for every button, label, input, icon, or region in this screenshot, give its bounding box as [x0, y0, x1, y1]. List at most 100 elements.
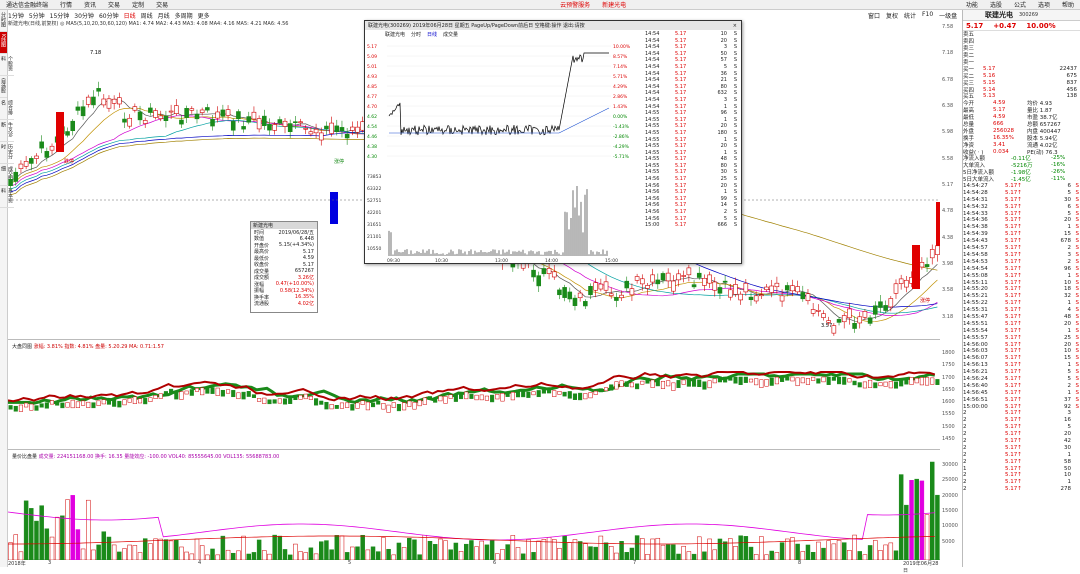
last-price: 5.17 — [966, 21, 984, 30]
index-candle — [18, 404, 23, 412]
candle-body — [577, 292, 583, 299]
index-candle — [386, 404, 391, 413]
volume-bar — [526, 539, 531, 561]
tick-time: 14:54:36 — [963, 217, 988, 224]
menu-formula[interactable]: 公式 — [1008, 0, 1032, 9]
stock-code: 300269 — [1019, 12, 1039, 18]
intraday-popup-window[interactable]: 联建光电(300269) 2019年06月28日 星期五 PageUp/Page… — [364, 20, 742, 264]
infobox-val: 5.15(+4.34%) — [278, 242, 314, 249]
tab-1min[interactable]: 1分钟 — [8, 11, 24, 20]
tick-price: 5.17↑ — [1005, 286, 1022, 293]
volume-bar — [334, 535, 340, 561]
tick-side: S — [733, 202, 737, 209]
index-candle — [754, 378, 759, 386]
tab-multi[interactable]: 多周期 — [175, 11, 193, 20]
volume-bar — [463, 543, 469, 561]
volume-pane[interactable]: 量价比盘量 成交量: 224151168.00 换手: 16.35 量能效应: … — [7, 452, 940, 561]
menu-item-app[interactable]: 通达信金融终端 — [0, 0, 54, 9]
left-tab-timeshare[interactable]: 分时图 — [0, 10, 7, 32]
tab-weekly[interactable]: 周线 — [141, 11, 153, 20]
index-candle — [645, 377, 650, 384]
index-candle — [619, 380, 624, 387]
volume-bar — [70, 495, 75, 561]
left-tab-watchlist[interactable]: 自选股 — [0, 76, 7, 98]
volume-bar — [319, 541, 324, 561]
tick-row: 2 5.17↑ 3 — [963, 410, 1080, 417]
btn-window[interactable]: 窗口 — [868, 11, 880, 20]
tick-volume: 1 — [1067, 300, 1072, 307]
y-tick-pct: 2.86% — [613, 94, 628, 100]
volume-bar — [339, 535, 345, 561]
index-candle — [888, 381, 893, 389]
y-tick-pct: 5.71% — [613, 74, 628, 80]
index-candle — [805, 378, 811, 385]
btn-stats[interactable]: 统计 — [904, 11, 916, 20]
index-candle — [293, 396, 298, 401]
menu-alert[interactable]: 云预警服务 — [554, 0, 596, 9]
index-candle — [899, 379, 904, 387]
tick-row: 14:55:11 5.17↑ 10 S — [963, 279, 1080, 286]
tick-side: S — [1075, 300, 1080, 307]
tab-daily[interactable]: 日线 — [124, 11, 136, 20]
popup-tick-row: 14:54 5.17 80 S — [645, 84, 743, 91]
menu-options[interactable]: 选项 — [1032, 0, 1056, 9]
popup-tab-volume[interactable]: 成交量 — [443, 31, 458, 38]
tick-row: 14:54:28 5.17↑ 5 S — [963, 189, 1080, 196]
tick-price: 5.17↑ — [1005, 203, 1022, 210]
tab-60min[interactable]: 60分钟 — [99, 11, 119, 20]
index-candle — [640, 380, 645, 385]
menu-item-news[interactable]: 资讯 — [78, 0, 102, 9]
candle-body — [194, 114, 200, 120]
tick-price: 5.17↑ — [1005, 210, 1022, 217]
popup-tab-daily[interactable]: 日线 — [427, 31, 437, 38]
date-tick: 4 — [198, 560, 202, 566]
tab-monthly[interactable]: 月线 — [158, 11, 170, 20]
mid-y-axis-tick: 1650 — [942, 386, 955, 393]
index-candle — [531, 391, 536, 396]
tick-volume: 50 — [1064, 465, 1071, 472]
volume-bar — [65, 499, 70, 561]
left-tab-kline[interactable]: K线图 — [0, 32, 7, 54]
x-tick: 14:00 — [545, 258, 558, 263]
volume-bar — [893, 550, 899, 561]
menu-item-custom[interactable]: 定制 — [126, 0, 150, 9]
popup-tab-name[interactable]: 联建光电 — [385, 31, 405, 38]
candle-body — [158, 115, 164, 119]
tick-price: 5.17↑ — [1005, 258, 1022, 265]
candle-body — [168, 110, 174, 113]
tick-side: S — [733, 116, 737, 123]
menu-item-trade[interactable]: 交易 — [102, 0, 126, 9]
menu-select[interactable]: 选股 — [984, 0, 1008, 9]
tick-price: 5.17↑ — [1005, 410, 1022, 417]
index-candle — [459, 393, 464, 400]
tick-volume: 57 — [720, 57, 727, 64]
tick-time: 14:54 — [645, 50, 660, 57]
tick-side: S — [733, 209, 737, 216]
index-candle — [795, 377, 800, 387]
volume-bar — [132, 545, 138, 561]
tick-row: 14:56:21 5.17↑ 5 S — [963, 369, 1080, 376]
btn-level1[interactable]: 一级盘 — [939, 11, 957, 20]
index-candle — [868, 379, 873, 388]
menu-func[interactable]: 功能 — [960, 0, 984, 9]
tab-15min[interactable]: 15分钟 — [50, 11, 70, 20]
y-tick-pct: -1.43% — [613, 124, 630, 130]
menu-item-quotes[interactable]: 行情 — [54, 0, 78, 9]
tab-more[interactable]: 更多 — [198, 11, 210, 20]
popup-tab-timeshare[interactable]: 分时 — [411, 31, 421, 38]
tab-30min[interactable]: 30分钟 — [74, 11, 94, 20]
menu-help[interactable]: 帮助 — [1056, 0, 1080, 9]
candle-body — [148, 107, 153, 113]
menu-item-trade2[interactable]: 交易 — [150, 0, 174, 9]
limit-tag: 跌停 — [64, 158, 74, 165]
close-icon[interactable]: × — [729, 23, 741, 29]
tick-volume: 1 — [723, 103, 727, 110]
btn-f10[interactable]: F10 — [922, 11, 933, 20]
btn-adjust[interactable]: 复权 — [886, 11, 898, 20]
volume-bar — [728, 538, 733, 561]
tab-5min[interactable]: 5分钟 — [29, 11, 45, 20]
volume-bar — [370, 546, 376, 561]
tick-time: 2 — [963, 486, 967, 493]
x-tick: 15:00 — [605, 258, 618, 263]
index-overlay-pane[interactable]: 大盘同图 涨幅: 3.81% 指数: 4.81% 盘量: 5.20.29 MA:… — [7, 342, 940, 450]
